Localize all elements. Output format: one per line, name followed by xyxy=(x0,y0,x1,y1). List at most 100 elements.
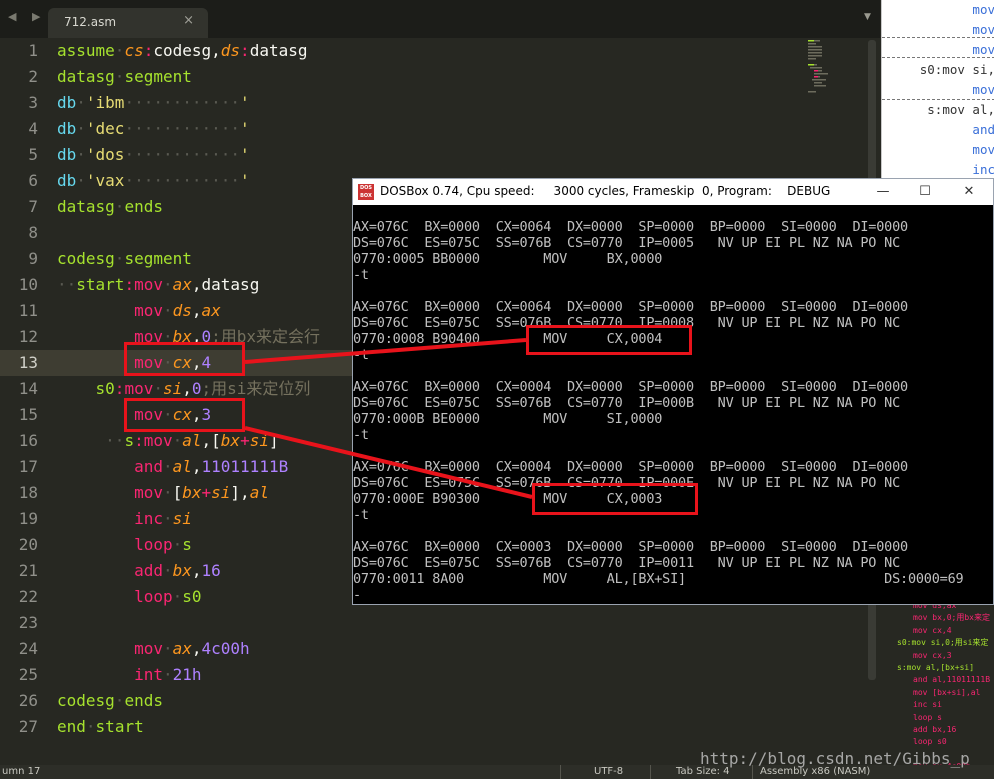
status-encoding[interactable]: UTF-8 xyxy=(594,765,623,779)
line-number: 24 xyxy=(18,639,38,658)
code-text[interactable]: loop·s xyxy=(57,532,192,558)
console-line: DS=076C ES=075C SS=076B CS=0770 IP=0005 … xyxy=(353,235,901,251)
minimap-line: mov bx,0;用bx来定 xyxy=(913,613,990,623)
code-line[interactable]: 1 assume·cs:codesg,ds:datasg xyxy=(0,38,880,64)
console-line: -t xyxy=(353,427,369,443)
code-text[interactable]: db·'dec············' xyxy=(57,116,250,142)
code-line[interactable]: 5 db·'dos············' xyxy=(0,142,880,168)
code-line[interactable]: 24 mov·ax,4c00h xyxy=(0,636,880,662)
line-number: 19 xyxy=(18,509,38,528)
code-line[interactable]: 25 int·21h xyxy=(0,662,880,688)
line-number: 25 xyxy=(18,665,38,684)
annotation-box-mov-cx-4 xyxy=(124,342,245,376)
console-line: -t xyxy=(353,507,369,523)
code-text[interactable]: loop·s0 xyxy=(57,584,201,610)
console-line: -t xyxy=(353,267,369,283)
line-number: 9 xyxy=(28,249,38,268)
second-pane-line: mov xyxy=(972,82,994,97)
minimize-button[interactable]: — xyxy=(863,182,903,202)
code-text[interactable]: datasg·segment xyxy=(57,64,192,90)
tab-dropdown-icon[interactable]: ▼ xyxy=(864,12,871,22)
dosbox-console[interactable]: AX=076C BX=0000 CX=0064 DX=0000 SP=0000 … xyxy=(353,205,993,604)
line-number: 15 xyxy=(18,405,38,424)
minimap-line: and al,11011111B xyxy=(913,675,991,685)
line-number: 5 xyxy=(28,145,38,164)
code-text[interactable]: and·al,11011111B xyxy=(57,454,288,480)
code-line[interactable]: 26 codesg·ends xyxy=(0,688,880,714)
line-number: 16 xyxy=(18,431,38,450)
console-line: - xyxy=(353,587,361,603)
tab-close-icon[interactable]: × xyxy=(183,13,194,28)
tab-nav-arrows[interactable]: ◀ ▶ xyxy=(8,10,46,23)
code-line[interactable]: 4 db·'dec············' xyxy=(0,116,880,142)
line-number: 22 xyxy=(18,587,38,606)
line-number: 2 xyxy=(28,67,38,86)
code-text[interactable]: db·'dos············' xyxy=(57,142,250,168)
second-pane-line: mov xyxy=(972,142,994,157)
line-number: 14 xyxy=(18,379,38,398)
code-line[interactable]: 23 xyxy=(0,610,880,636)
console-line: AX=076C BX=0000 CX=0003 DX=0000 SP=0000 … xyxy=(353,539,908,555)
minimap-line: s:mov al,[bx+si] xyxy=(897,663,975,672)
line-number: 8 xyxy=(28,223,38,242)
line-number: 1 xyxy=(28,41,38,60)
code-text[interactable]: codesg·ends xyxy=(57,688,163,714)
separator xyxy=(882,57,994,58)
code-text[interactable]: ··start:mov·ax,datasg xyxy=(57,272,259,298)
maximize-button[interactable]: ☐ xyxy=(905,182,945,202)
code-text[interactable]: int·21h xyxy=(57,662,201,688)
code-text[interactable]: add·bx,16 xyxy=(57,558,221,584)
code-text[interactable]: inc·si xyxy=(57,506,192,532)
second-pane-line: s:mov al, xyxy=(927,102,994,117)
close-button[interactable]: ✕ xyxy=(949,182,989,202)
console-line: AX=076C BX=0000 CX=0064 DX=0000 SP=0000 … xyxy=(353,299,908,315)
status-divider xyxy=(560,765,561,779)
tab-title: 712.asm xyxy=(64,15,117,29)
minimap-line: s0:mov si,0;用si来定 xyxy=(897,638,989,648)
second-pane-line: s0:mov si, xyxy=(919,62,994,77)
dosbox-window[interactable]: DOS BOX DOSBox 0.74, Cpu speed: 3000 cyc… xyxy=(352,178,994,605)
second-editor-pane[interactable]: mov mov mov s0:mov si, mov s:mov al, and mov inc xyxy=(881,0,994,180)
code-text[interactable]: mov·[bx+si],al xyxy=(57,480,269,506)
line-number: 23 xyxy=(18,613,38,632)
console-line: 0770:0011 8A00 MOV AL,[BX+SI] DS:0000=69 xyxy=(353,571,964,587)
line-number: 20 xyxy=(18,535,38,554)
code-text[interactable]: mov·ax,4c00h xyxy=(57,636,250,662)
code-text[interactable]: db·'ibm············' xyxy=(57,90,250,116)
console-line: AX=076C BX=0000 CX=0064 DX=0000 SP=0000 … xyxy=(353,219,908,235)
code-line[interactable]: 27 end·start xyxy=(0,714,880,740)
line-number: 7 xyxy=(28,197,38,216)
watermark: http://blog.csdn.net/Gibbs_p xyxy=(700,749,970,768)
code-line[interactable]: 3 db·'ibm············' xyxy=(0,90,880,116)
code-text[interactable]: codesg·segment xyxy=(57,246,192,272)
code-text[interactable]: end·start xyxy=(57,714,144,740)
annotation-box-cx-0003 xyxy=(532,483,698,515)
tab-712-asm[interactable]: 712.asm × xyxy=(48,8,208,38)
separator xyxy=(882,37,994,38)
annotation-box-cx-0004 xyxy=(526,325,692,355)
code-text[interactable]: mov·ds,ax xyxy=(57,298,221,324)
minimap-line: loop s xyxy=(913,712,942,722)
line-number: 11 xyxy=(18,301,38,320)
annotation-box-mov-cx-3 xyxy=(124,398,245,432)
minimap-line: inc si xyxy=(913,700,942,710)
second-editor-minimap: mov ds,ax mov bx,0;用bx来定 mov cx,4 s0:mov si… xyxy=(881,600,994,765)
status-position: umn 17 xyxy=(2,766,41,777)
dosbox-logo-icon: DOS BOX xyxy=(358,184,374,200)
console-line: DS=076C ES=075C SS=076B CS=0770 IP=000B … xyxy=(353,395,901,411)
minimap-line: mov cx,3 xyxy=(913,650,952,660)
dosbox-titlebar[interactable]: DOS BOX DOSBox 0.74, Cpu speed: 3000 cyc… xyxy=(353,179,993,205)
code-line[interactable]: 2 datasg·segment xyxy=(0,64,880,90)
console-line: AX=076C BX=0000 CX=0004 DX=0000 SP=0000 … xyxy=(353,459,908,475)
line-number: 10 xyxy=(18,275,38,294)
minimap[interactable] xyxy=(800,38,862,98)
minimap-line: add bx,16 xyxy=(913,725,957,734)
separator xyxy=(882,99,994,100)
console-line: -t xyxy=(353,347,369,363)
tab-bar: ◀ ▶ 712.asm × ▼ xyxy=(0,0,880,38)
code-text[interactable]: assume·cs:codesg,ds:datasg xyxy=(57,38,307,64)
minimap-line: mov cx,4 xyxy=(913,625,952,635)
second-pane-line: mov xyxy=(972,2,994,17)
code-text[interactable]: db·'vax············' xyxy=(57,168,250,194)
code-text[interactable]: datasg·ends xyxy=(57,194,163,220)
